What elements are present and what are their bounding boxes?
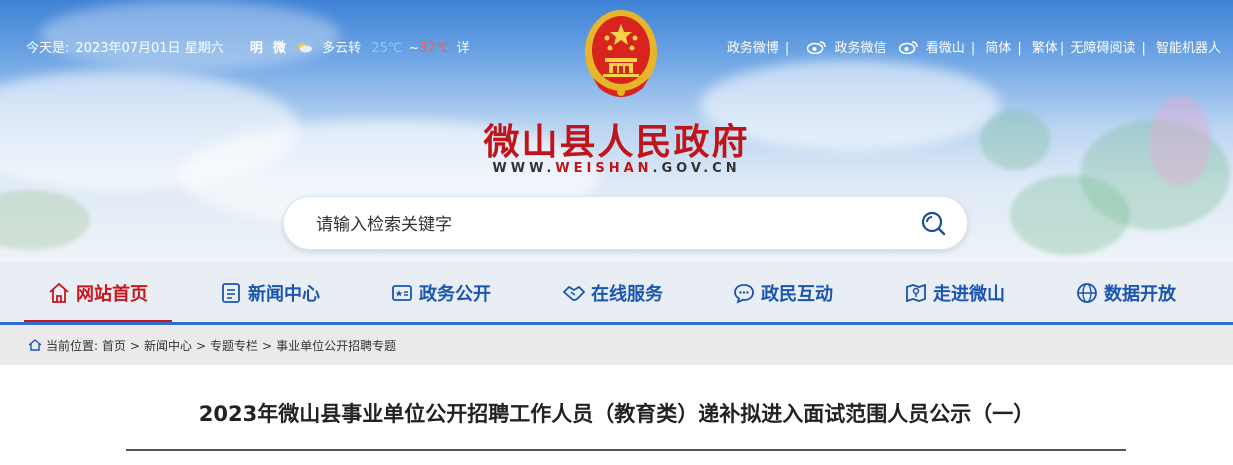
chat-icon [734,284,754,304]
domain-prefix: WWW. [492,161,556,176]
breadcrumb-prefix: 当前位置: [46,339,99,353]
article-title: 2023年微山县事业单位公开招聘工作人员（教育类）递补拟进入面试范围人员公示（一… [198,402,1035,426]
current-date: 2023年07月01日 星期六 [75,41,224,56]
search-input[interactable] [314,211,878,239]
city-name-1: 明 [249,41,263,56]
nav-label-interaction: 政民互动 [761,284,833,305]
city-name-2: 微 [272,41,286,56]
traditional-link[interactable]: 繁体 [1032,41,1058,56]
view-weishan-link[interactable]: 看微山 [926,41,965,56]
national-emblem-icon [585,10,657,97]
domain-suffix: .GOV.CN [652,161,741,176]
breadcrumb-recruitment[interactable]: 事业单位公开招聘专题 [276,339,396,353]
nav-label-open-data: 数据开放 [1104,284,1176,305]
date-prefix: 今天是: [26,41,70,56]
breadcrumb-home-icon [28,339,42,351]
cloudy-weather-icon [298,43,313,53]
nav-item-interaction[interactable]: 政民互动 [733,262,833,322]
map-icon [906,283,926,303]
handshake-icon [563,285,585,301]
site-title: 微山县人民政府 [483,121,750,163]
nav-item-news[interactable]: 新闻中心 [220,262,320,322]
nav-item-weishan[interactable]: 走进微山 [905,262,1005,322]
nav-label-online-service: 在线服务 [591,284,663,305]
title-divider [126,449,1126,451]
breadcrumb-separator: > [262,339,273,353]
breadcrumb-news[interactable]: 新闻中心 [144,339,192,353]
nav-item-online-service[interactable]: 在线服务 [563,262,663,322]
nav-label-open-gov: 政务公开 [419,284,491,305]
wechat-link[interactable]: 政务微信 [835,41,887,56]
breadcrumb: 当前位置: 首页 > 新闻中心 > 专题专栏 > 事业单位公开招聘专题 [0,325,1233,365]
search-icon[interactable] [920,210,946,236]
breadcrumb-home[interactable]: 首页 [102,339,126,353]
breadcrumb-special[interactable]: 专题专栏 [210,339,258,353]
weather-detail-link[interactable]: 详 [457,41,470,56]
globe-icon [1077,283,1097,303]
site-domain: WWW.WEISHAN.GOV.CN [0,161,1233,176]
temp-high: 32℃ [419,41,451,56]
news-icon [222,283,240,303]
nav-item-open-gov[interactable]: 政务公开 [391,262,491,322]
robot-link[interactable]: 智能机器人 [1156,41,1221,56]
nav-label-weishan: 走进微山 [933,284,1005,305]
weibo-link[interactable]: 政务微博 [727,41,779,56]
weibo-icon [807,41,827,54]
accessibility-link[interactable]: 无障碍阅读 [1070,41,1135,56]
simplified-link[interactable]: 简体 [985,41,1011,56]
home-icon [49,282,69,303]
nav-label-news: 新闻中心 [248,284,320,305]
top-links: 政务微博 | 政务微信 看微山 | 简体 | 繁体 | 无障碍阅读 | 智能机器人 [726,41,1221,56]
date-weather: 今天是: 2023年07月01日 星期六 明微 多云转 25℃ ~32℃ 详 [26,37,476,56]
nav-item-home[interactable]: 网站首页 [24,262,172,324]
open-gov-icon [392,285,412,301]
breadcrumb-separator: > [195,339,207,353]
breadcrumb-separator: > [129,339,140,353]
weibo-icon-2 [898,41,918,54]
temp-low: 25℃ [371,41,403,56]
domain-highlight: WEISHAN [555,161,653,176]
nav-label-home: 网站首页 [76,284,148,305]
nav-item-open-data[interactable]: 数据开放 [1076,262,1176,322]
main-nav: 网站首页 新闻中心 政务公开 在线服务 政民互动 走进微山 数据开放 [0,262,1233,324]
search-box [283,196,968,250]
weather-text: 多云转 [322,41,362,56]
temp-separator: ~ [408,41,420,56]
